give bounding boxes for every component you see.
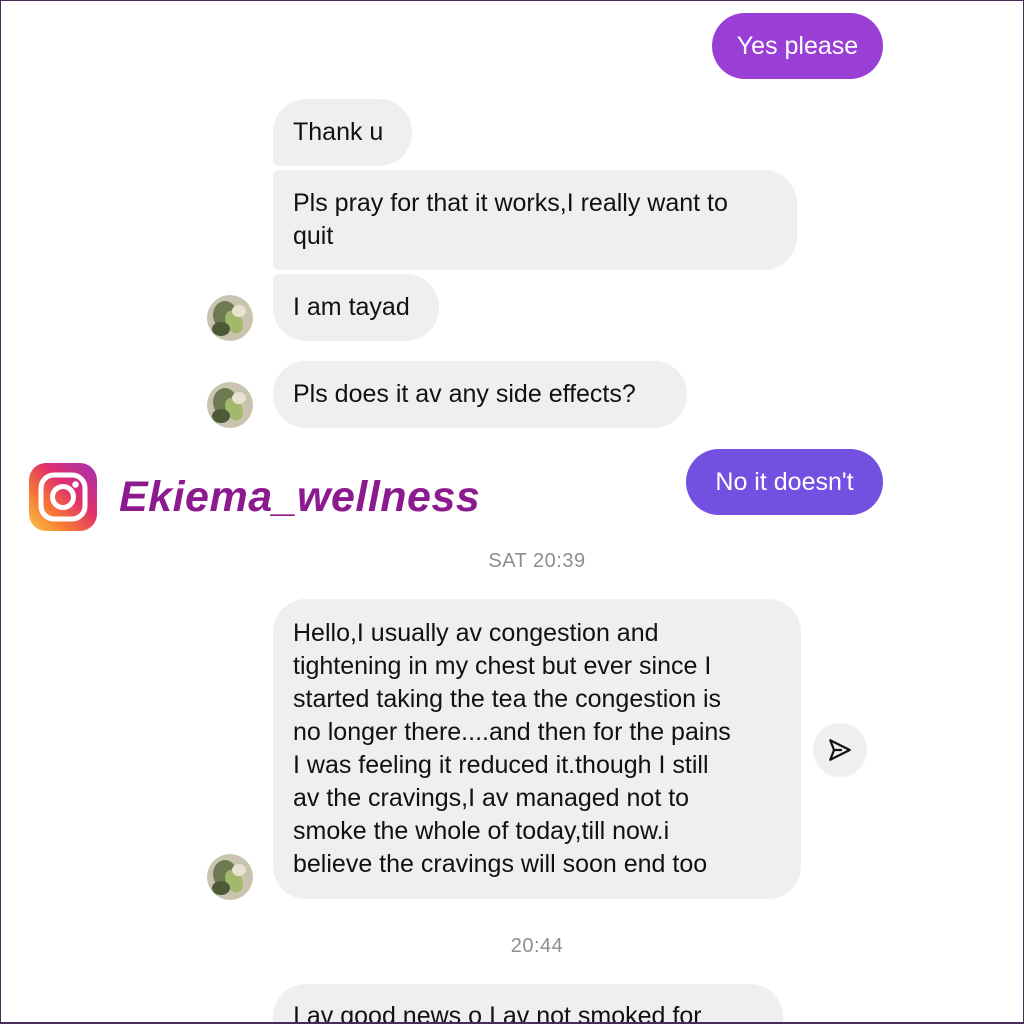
paper-plane-icon: [829, 739, 851, 761]
dm-thread-screen: Yes please Thank u Pls pray for that it …: [1, 1, 1023, 1022]
timestamp: SAT 20:39: [488, 550, 586, 572]
received-message-bubble[interactable]: Pls pray for that it works,I really want…: [273, 170, 797, 270]
sent-message-bubble[interactable]: Yes please: [712, 13, 883, 79]
watermark: Ekiema_wellness: [29, 463, 480, 531]
received-message-bubble[interactable]: I av good news o I av not smoked for: [273, 984, 783, 1022]
watermark-handle: Ekiema_wellness: [119, 472, 481, 521]
received-message-bubble[interactable]: Pls does it av any side effects?: [273, 361, 687, 428]
share-button[interactable]: [813, 723, 867, 777]
instagram-icon: [29, 463, 97, 531]
received-message-bubble[interactable]: Thank u: [273, 99, 412, 166]
timestamp: 20:44: [510, 935, 564, 957]
sent-message-bubble[interactable]: No it doesn't: [686, 449, 883, 515]
avatar[interactable]: [207, 295, 253, 341]
received-message-bubble[interactable]: I am tayad: [273, 274, 439, 341]
received-message-bubble[interactable]: Hello,I usually av congestion and tighte…: [273, 599, 801, 899]
avatar[interactable]: [207, 854, 253, 900]
avatar[interactable]: [207, 382, 253, 428]
